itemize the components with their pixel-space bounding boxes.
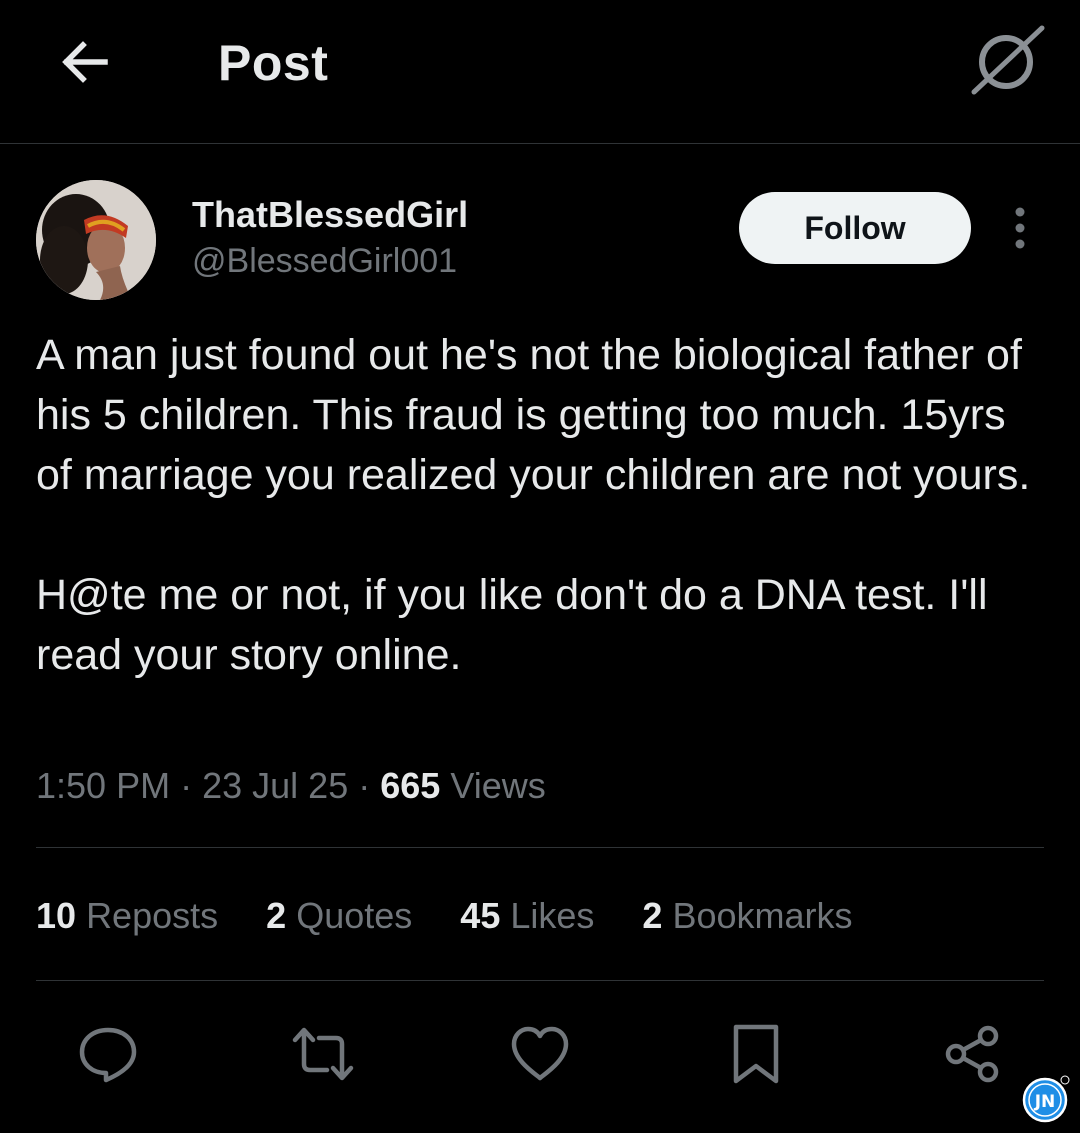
repost-button[interactable] (291, 1022, 355, 1086)
grok-button[interactable] (968, 22, 1048, 102)
watermark-logo: JN (1021, 1074, 1071, 1124)
author-display-name[interactable]: ThatBlessedGirl (192, 194, 468, 236)
post-time: 1:50 PM (36, 765, 171, 806)
post-paragraph: H@te me or not, if you like don't do a D… (36, 571, 988, 679)
more-options-button[interactable] (1004, 204, 1036, 252)
share-icon (945, 1025, 999, 1083)
bookmarks-stat[interactable]: 2 Bookmarks (642, 895, 852, 937)
top-bar: Post (0, 0, 1080, 144)
reply-button[interactable] (76, 1022, 140, 1086)
divider (36, 847, 1044, 848)
meta-separator: · (180, 765, 193, 806)
post-paragraph: A man just found out he's not the biolog… (36, 331, 1031, 499)
more-vertical-icon (1015, 207, 1025, 249)
share-button[interactable] (940, 1022, 1004, 1086)
post-page: Post ThatBlessedGirl @BlessedGirl001 Fol… (0, 0, 1080, 1133)
divider (36, 980, 1044, 981)
bookmark-icon (733, 1024, 779, 1084)
svg-text:JN: JN (1034, 1092, 1056, 1112)
views-count[interactable]: 665 (380, 765, 440, 806)
like-button[interactable] (508, 1022, 572, 1086)
post-date: 23 Jul 25 (202, 765, 349, 806)
meta-separator: · (358, 765, 371, 806)
engagement-stats: 10 Reposts 2 Quotes 45 Likes 2 Bookmarks (36, 895, 891, 937)
post-body: A man just found out he's not the biolog… (36, 325, 1046, 685)
quotes-stat[interactable]: 2 Quotes (266, 895, 412, 937)
grok-icon (971, 25, 1045, 95)
back-button[interactable] (55, 32, 115, 92)
follow-button[interactable]: Follow (739, 192, 971, 264)
reply-icon (79, 1027, 137, 1083)
like-icon (511, 1026, 569, 1081)
page-title: Post (218, 35, 329, 91)
arrow-left-icon (62, 41, 108, 83)
bookmark-button[interactable] (724, 1022, 788, 1086)
reposts-stat[interactable]: 10 Reposts (36, 895, 218, 937)
profile-photo (36, 180, 156, 300)
jn-logo-icon: JN (1022, 1075, 1070, 1123)
views-label[interactable]: Views (450, 765, 545, 806)
likes-stat[interactable]: 45 Likes (460, 895, 594, 937)
post-meta: 1:50 PM · 23 Jul 25 · 665 Views (36, 765, 546, 807)
repost-icon (292, 1027, 354, 1081)
author-handle[interactable]: @BlessedGirl001 (192, 242, 457, 281)
avatar[interactable] (36, 180, 156, 300)
